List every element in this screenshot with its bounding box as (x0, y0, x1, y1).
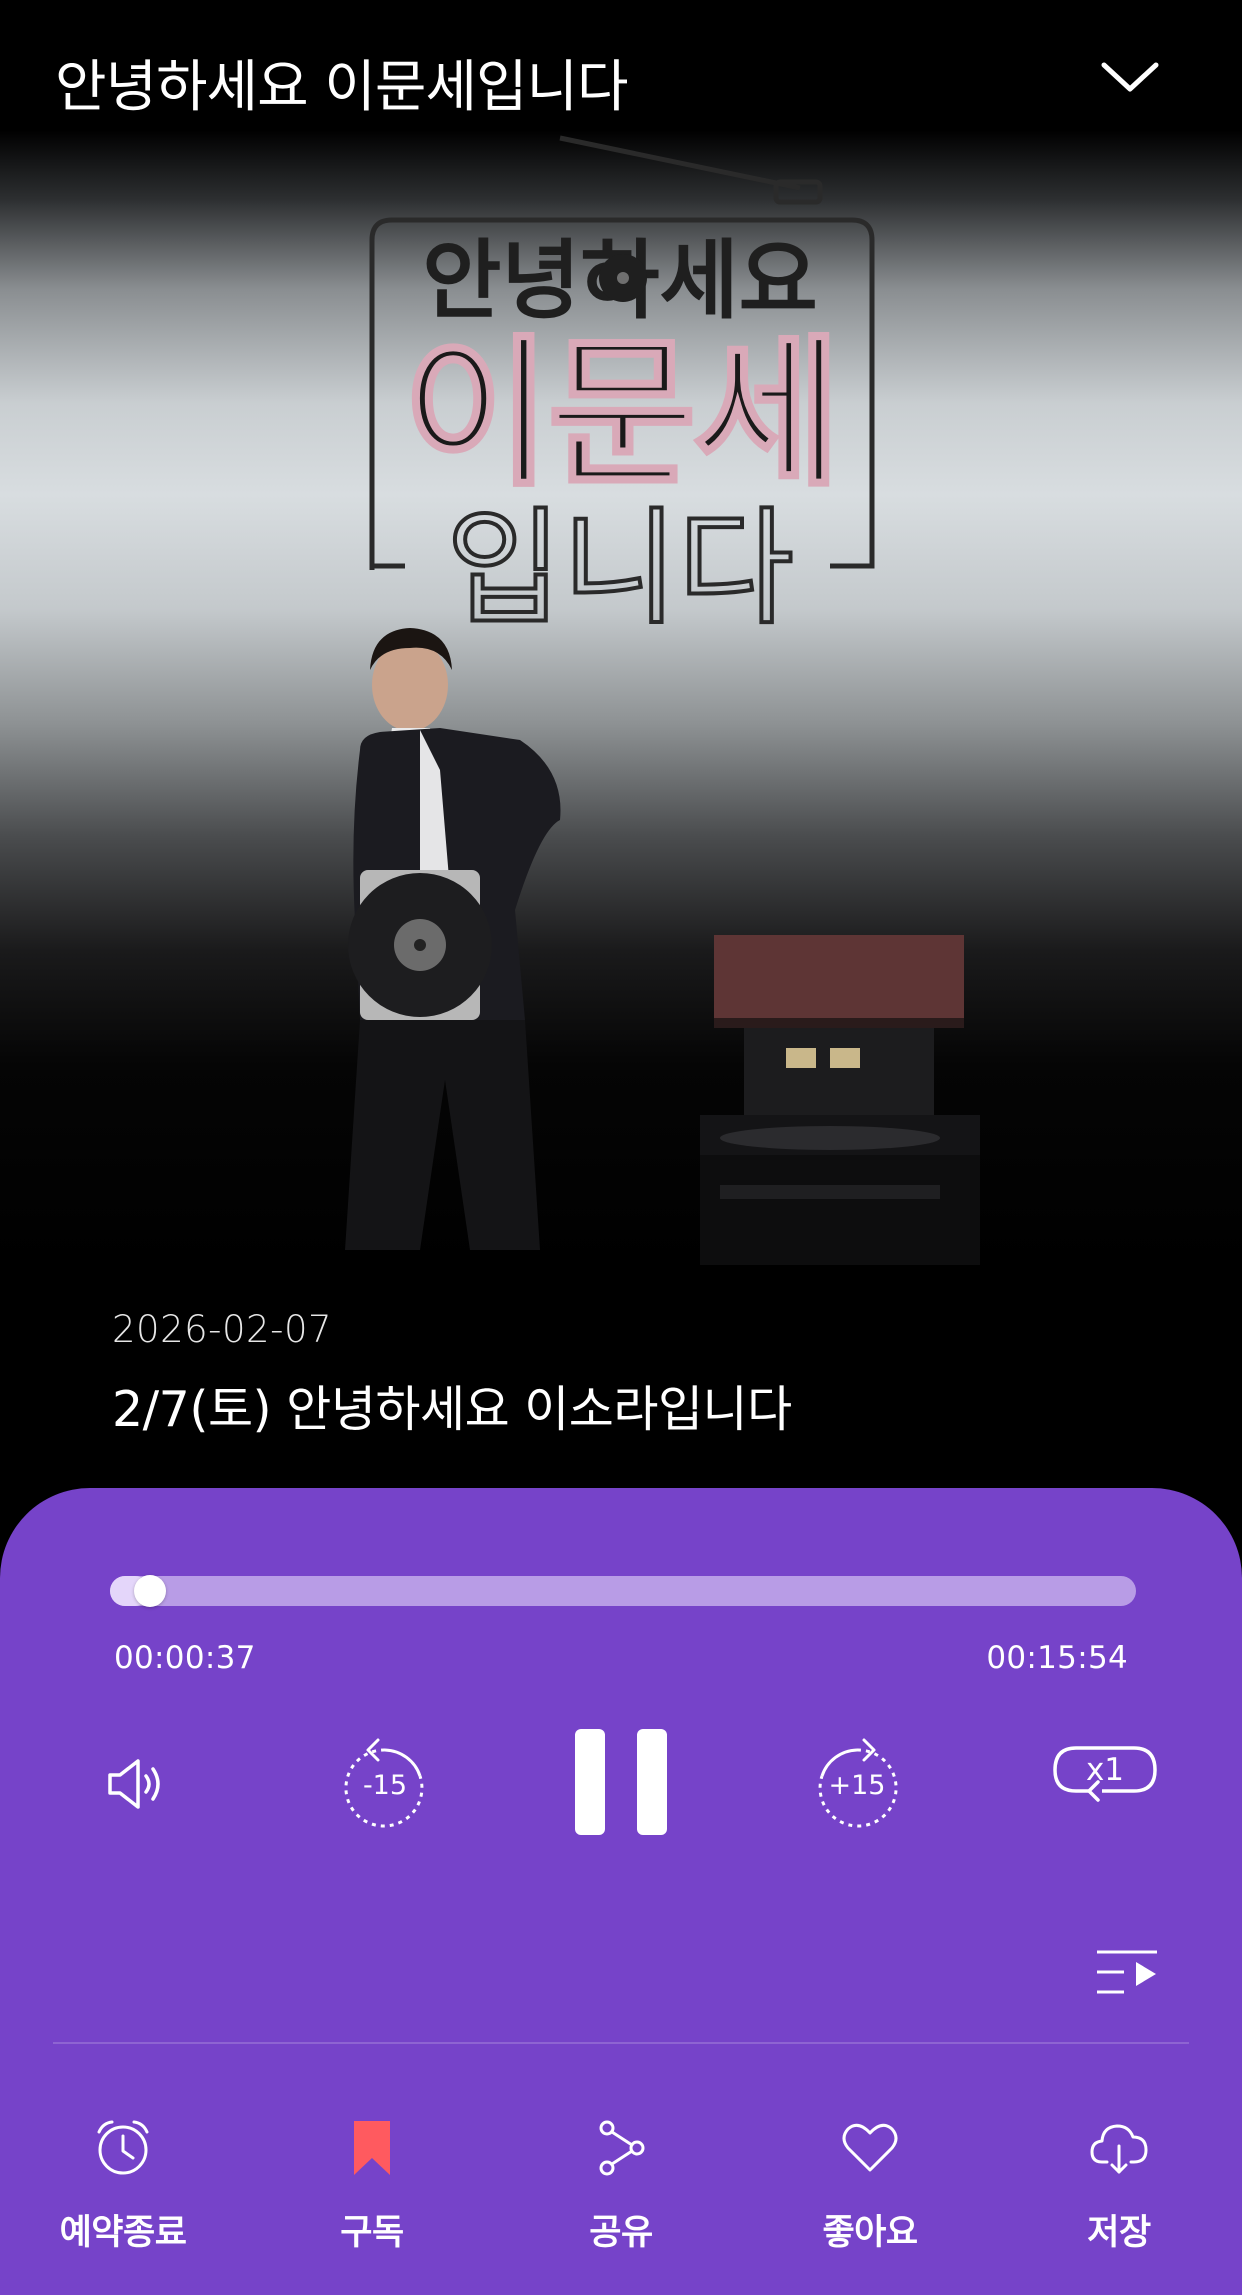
progress-thumb[interactable] (134, 1575, 166, 1607)
rewind-15-button[interactable]: -15 (340, 1732, 430, 1828)
playlist-button[interactable] (1094, 1947, 1160, 1997)
sleep-timer-label: 예약종료 (59, 2213, 187, 2253)
program-artwork: 안녕하세요 이문세 입니다 (0, 130, 1242, 1270)
host-photo (345, 628, 561, 1250)
playback-speed-button[interactable]: x1 (1052, 1744, 1158, 1814)
subscribe-label: 구독 (340, 2213, 404, 2253)
page-title: 안녕하세요 이문세입니다 (55, 55, 629, 120)
pause-icon (575, 1729, 667, 1835)
cloud-download-icon (1090, 2124, 1148, 2174)
progress-slider[interactable] (110, 1575, 1136, 1607)
subscribe-button[interactable]: 구독 (272, 2118, 472, 2255)
rewind-label: -15 (362, 1770, 408, 1801)
save-button[interactable]: 저장 (1019, 2118, 1219, 2255)
heart-icon (842, 2123, 898, 2172)
divider (53, 2042, 1189, 2044)
episode-date: 2026-02-07 (112, 1308, 333, 1351)
volume-button[interactable] (106, 1756, 168, 1812)
record-player (700, 935, 980, 1265)
total-time: 00:15:54 (986, 1640, 1128, 1676)
speaker-icon (108, 1759, 160, 1809)
logo-line-3: 입니다 (446, 495, 794, 642)
collapse-button[interactable] (1098, 55, 1162, 99)
pause-button[interactable] (573, 1727, 669, 1837)
share-button[interactable]: 공유 (521, 2118, 721, 2255)
sleep-timer-button[interactable]: 예약종료 (23, 2118, 223, 2255)
alarm-clock-icon (97, 2120, 149, 2175)
episode-title: 2/7(토) 안녕하세요 이소라입니다 (112, 1381, 792, 1438)
like-button[interactable]: 좋아요 (770, 2118, 970, 2255)
share-icon (599, 2120, 645, 2176)
bookmark-icon (354, 2121, 390, 2175)
save-label: 저장 (1087, 2213, 1151, 2253)
playlist-icon (1097, 1950, 1157, 1994)
like-label: 좋아요 (822, 2213, 918, 2253)
share-label: 공유 (589, 2213, 653, 2253)
chevron-down-icon (1101, 62, 1159, 92)
logo-line-2: 이문세 (402, 321, 837, 509)
player-panel: 00:00:37 00:15:54 -15 +15 x1 예약종료 구독 공유 … (0, 1488, 1242, 2295)
forward-15-button[interactable]: +15 (812, 1732, 902, 1828)
forward-label: +15 (828, 1770, 886, 1801)
current-time: 00:00:37 (114, 1640, 256, 1676)
speed-label: x1 (1085, 1752, 1125, 1788)
